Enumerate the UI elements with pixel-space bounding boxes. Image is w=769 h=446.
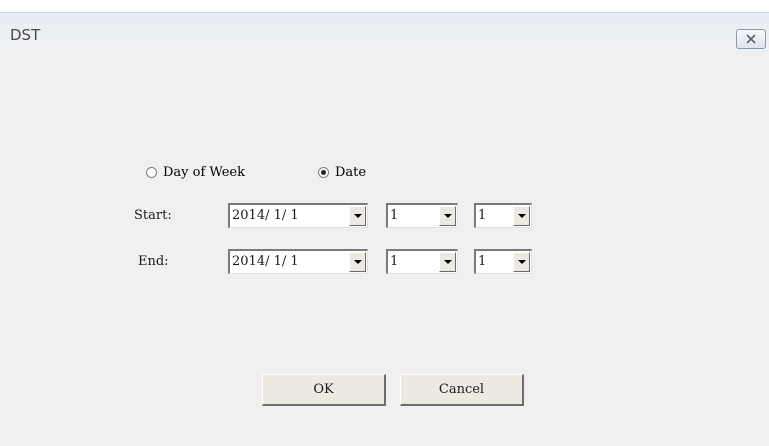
- start-label: Start:: [134, 208, 172, 223]
- radio-day-of-week[interactable]: Day of Week: [146, 165, 245, 180]
- start-minute-dropdown-button[interactable]: [513, 206, 530, 226]
- radio-label-date: Date: [335, 165, 367, 180]
- start-date-value: 2014/ 1/ 1: [232, 208, 299, 223]
- start-minute-value: 1: [478, 208, 487, 223]
- title-bar: DST: [0, 13, 769, 57]
- end-hour-select[interactable]: 1: [386, 249, 458, 274]
- chevron-down-icon: [353, 214, 362, 218]
- end-hour-value: 1: [390, 254, 399, 269]
- chevron-down-icon: [353, 260, 362, 264]
- start-hour-dropdown-button[interactable]: [439, 206, 456, 226]
- end-minute-dropdown-button[interactable]: [513, 252, 530, 272]
- close-icon: [746, 34, 756, 44]
- radio-label-day-of-week: Day of Week: [163, 165, 245, 180]
- chevron-down-icon: [517, 214, 526, 218]
- end-minute-value: 1: [478, 254, 487, 269]
- chevron-down-icon: [517, 260, 526, 264]
- radio-selected-dot: [321, 170, 326, 175]
- end-label: End:: [138, 254, 169, 269]
- start-minute-select[interactable]: 1: [474, 203, 532, 228]
- close-button[interactable]: [736, 29, 766, 49]
- start-hour-value: 1: [390, 208, 399, 223]
- start-hour-select[interactable]: 1: [386, 203, 458, 228]
- end-hour-dropdown-button[interactable]: [439, 252, 456, 272]
- start-date-dropdown-button[interactable]: [349, 206, 366, 226]
- end-date-value: 2014/ 1/ 1: [232, 254, 299, 269]
- radio-circle: [318, 167, 329, 178]
- end-date-dropdown-button[interactable]: [349, 252, 366, 272]
- chevron-down-icon: [443, 260, 452, 264]
- start-date-select[interactable]: 2014/ 1/ 1: [228, 203, 368, 228]
- end-minute-select[interactable]: 1: [474, 249, 532, 274]
- ok-button[interactable]: OK: [262, 374, 386, 406]
- cancel-button[interactable]: Cancel: [400, 374, 524, 406]
- radio-date[interactable]: Date: [318, 165, 366, 180]
- end-date-select[interactable]: 2014/ 1/ 1: [228, 249, 368, 274]
- window-title: DST: [10, 26, 41, 44]
- chevron-down-icon: [443, 214, 452, 218]
- radio-circle: [146, 167, 157, 178]
